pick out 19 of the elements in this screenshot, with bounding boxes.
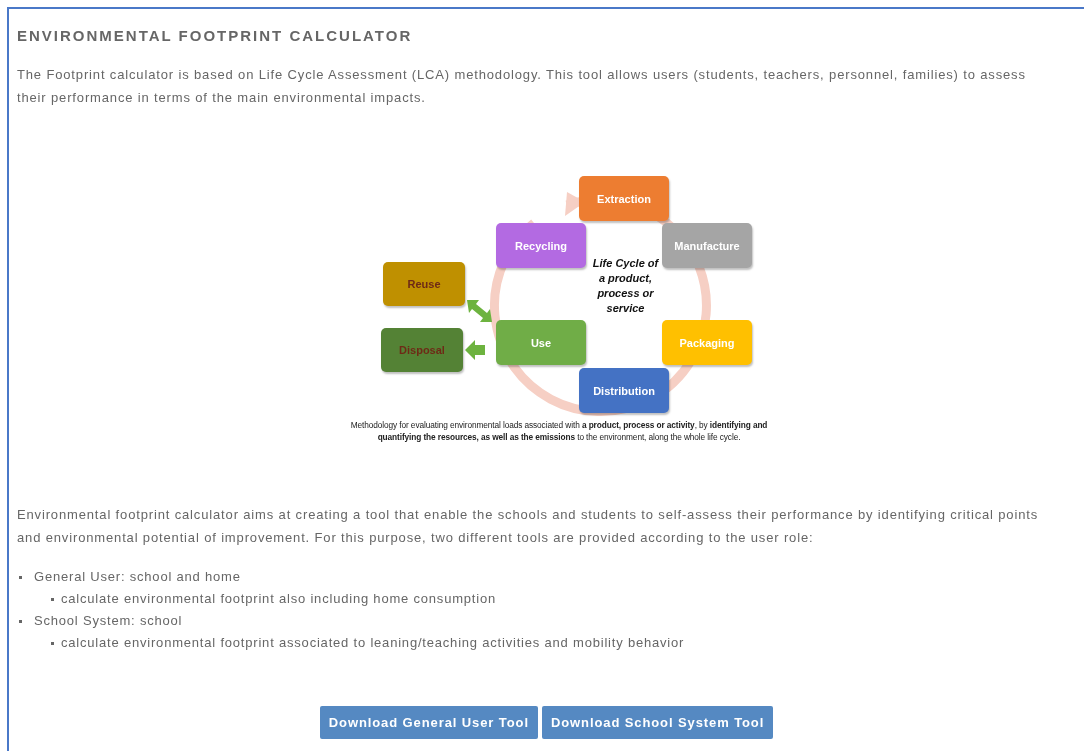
role-detail: calculate environmental footprint also including home consumption [61,591,496,606]
stage-box: Use [496,320,586,365]
role-detail: calculate environmental footprint associated to leaning/teaching activities and mobility behavior [61,635,685,650]
role-item: School System: school [34,613,183,628]
stage-box: Distribution [579,368,669,413]
page-title: ENVIRONMENTAL FOOTPRINT CALCULATOR [17,27,414,44]
description-paragraph: Environmental footprint calculator aims at creating a tool that enable the schools and students to self-assess their performance by identifying critical points and environmental potential of improvement. For this purpose, two different tools are provided according to the user role: [17,506,1040,547]
role-item: General User: school and home [34,569,241,584]
stage-box: Reuse [383,262,465,306]
stage-box: Extraction [579,176,669,221]
diagram-caption: Methodology for evaluating environmental loads associated with a product, process or activity, by identifying and quantifying the resources, as well as the emissions to the environment, along the whole life cycle. [349,419,769,443]
stage-box: Packaging [662,320,752,365]
download-button[interactable]: Download School System Tool [541,706,774,739]
intro-paragraph: The Footprint calculator is based on Life Cycle Assessment (LCA) methodology. This tool allows users (students, teachers, personnel, families) to assess their performance in terms of the main environmental impacts. [17,66,1027,107]
stage-box: Recycling [496,223,586,268]
center-label: Life Cycle of a product, process or service [591,256,660,316]
stage-box: Disposal [381,328,463,372]
stage-box: Manufacture [662,223,752,268]
download-button[interactable]: Download General User Tool [319,706,538,739]
